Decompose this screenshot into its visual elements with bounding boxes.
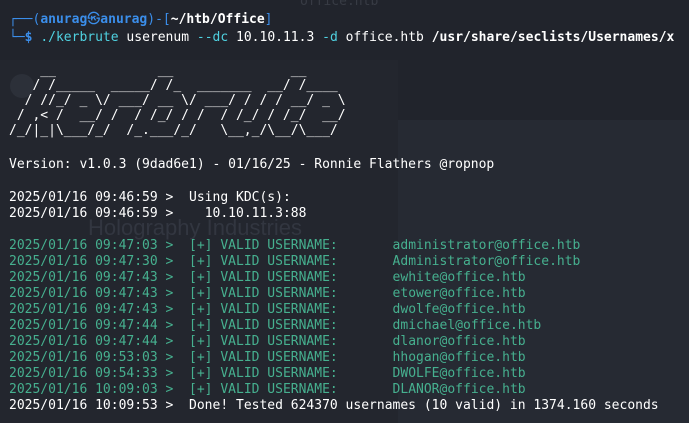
background-tab-title: office.htb	[300, 0, 379, 9]
version-line: Version: v1.0.3 (9dad6e1) - 01/16/25 - R…	[9, 157, 495, 172]
kdc-line: 2025/01/16 09:46:59 > Using KDC(s):	[9, 190, 291, 205]
result-row: 2025/01/16 09:47:43 > [+] VALID USERNAME…	[9, 302, 526, 317]
prompt-user: anurag	[40, 12, 88, 27]
kdc-line: 2025/01/16 09:46:59 > 10.10.11.3:88	[9, 206, 307, 221]
prompt-box-bottom: └─	[9, 30, 25, 45]
command-wordlist: /usr/share/seclists/Usernames/x	[431, 30, 675, 45]
command-dc-value: 10.10.11.3	[236, 30, 315, 45]
result-row: 2025/01/16 09:47:43 > [+] VALID USERNAME…	[9, 286, 526, 301]
result-row: 2025/01/16 09:47:44 > [+] VALID USERNAME…	[9, 318, 542, 333]
result-row: 2025/01/16 10:09:03 > [+] VALID USERNAME…	[9, 382, 526, 397]
prompt-mid: )-[	[147, 12, 171, 27]
result-row: 2025/01/16 09:54:33 > [+] VALID USERNAME…	[9, 366, 526, 381]
command-flag-d: -d	[322, 30, 338, 45]
banner-line: /_/|_|\___/_/ /_.___/_/ \__,_/\__/\___/	[9, 123, 346, 138]
command-sub: userenum	[126, 30, 190, 45]
prompt-symbol: $	[24, 30, 33, 45]
result-row: 2025/01/16 09:47:30 > [+] VALID USERNAME…	[9, 254, 581, 269]
prompt-box-top: ┌──(	[9, 12, 41, 27]
banner-line: / /_____ _____/ /_ _______ __/ /____	[9, 78, 346, 93]
result-row: 2025/01/16 09:47:03 > [+] VALID USERNAME…	[9, 238, 581, 253]
command-line[interactable]: └─$ ./kerbrute userenum --dc 10.10.11.3 …	[9, 30, 674, 46]
prompt-path: ~/htb/Office	[170, 12, 265, 27]
done-line: 2025/01/16 10:09:53 > Done! Tested 62437…	[9, 398, 659, 413]
prompt-at: ㉿	[87, 12, 101, 27]
command-program: ./kerbrute	[40, 30, 119, 45]
banner-line: / ,< / __/ / / /_/ / / / /_/ / /_/ __/	[9, 108, 346, 123]
prompt-host: anurag	[100, 12, 148, 27]
prompt-line: ┌──(anurag㉿anurag)-[~/htb/Office]	[9, 12, 273, 28]
result-row: 2025/01/16 09:47:43 > [+] VALID USERNAME…	[9, 270, 526, 285]
banner-line: __ __ __	[9, 63, 346, 78]
terminal-window[interactable]: office.htb Holography Industries ┌──(anu…	[0, 0, 689, 423]
background-company-text: Holography Industries	[88, 215, 303, 240]
prompt-end: ]	[264, 12, 273, 27]
command-domain-value: office.htb	[345, 30, 424, 45]
banner-line: / //_/ _ \/ ___/ __ \/ ___/ / / / __/ _ …	[9, 93, 346, 108]
result-row: 2025/01/16 09:47:44 > [+] VALID USERNAME…	[9, 334, 526, 349]
command-flag-dc: --dc	[196, 30, 229, 45]
result-row: 2025/01/16 09:53:03 > [+] VALID USERNAME…	[9, 350, 526, 365]
